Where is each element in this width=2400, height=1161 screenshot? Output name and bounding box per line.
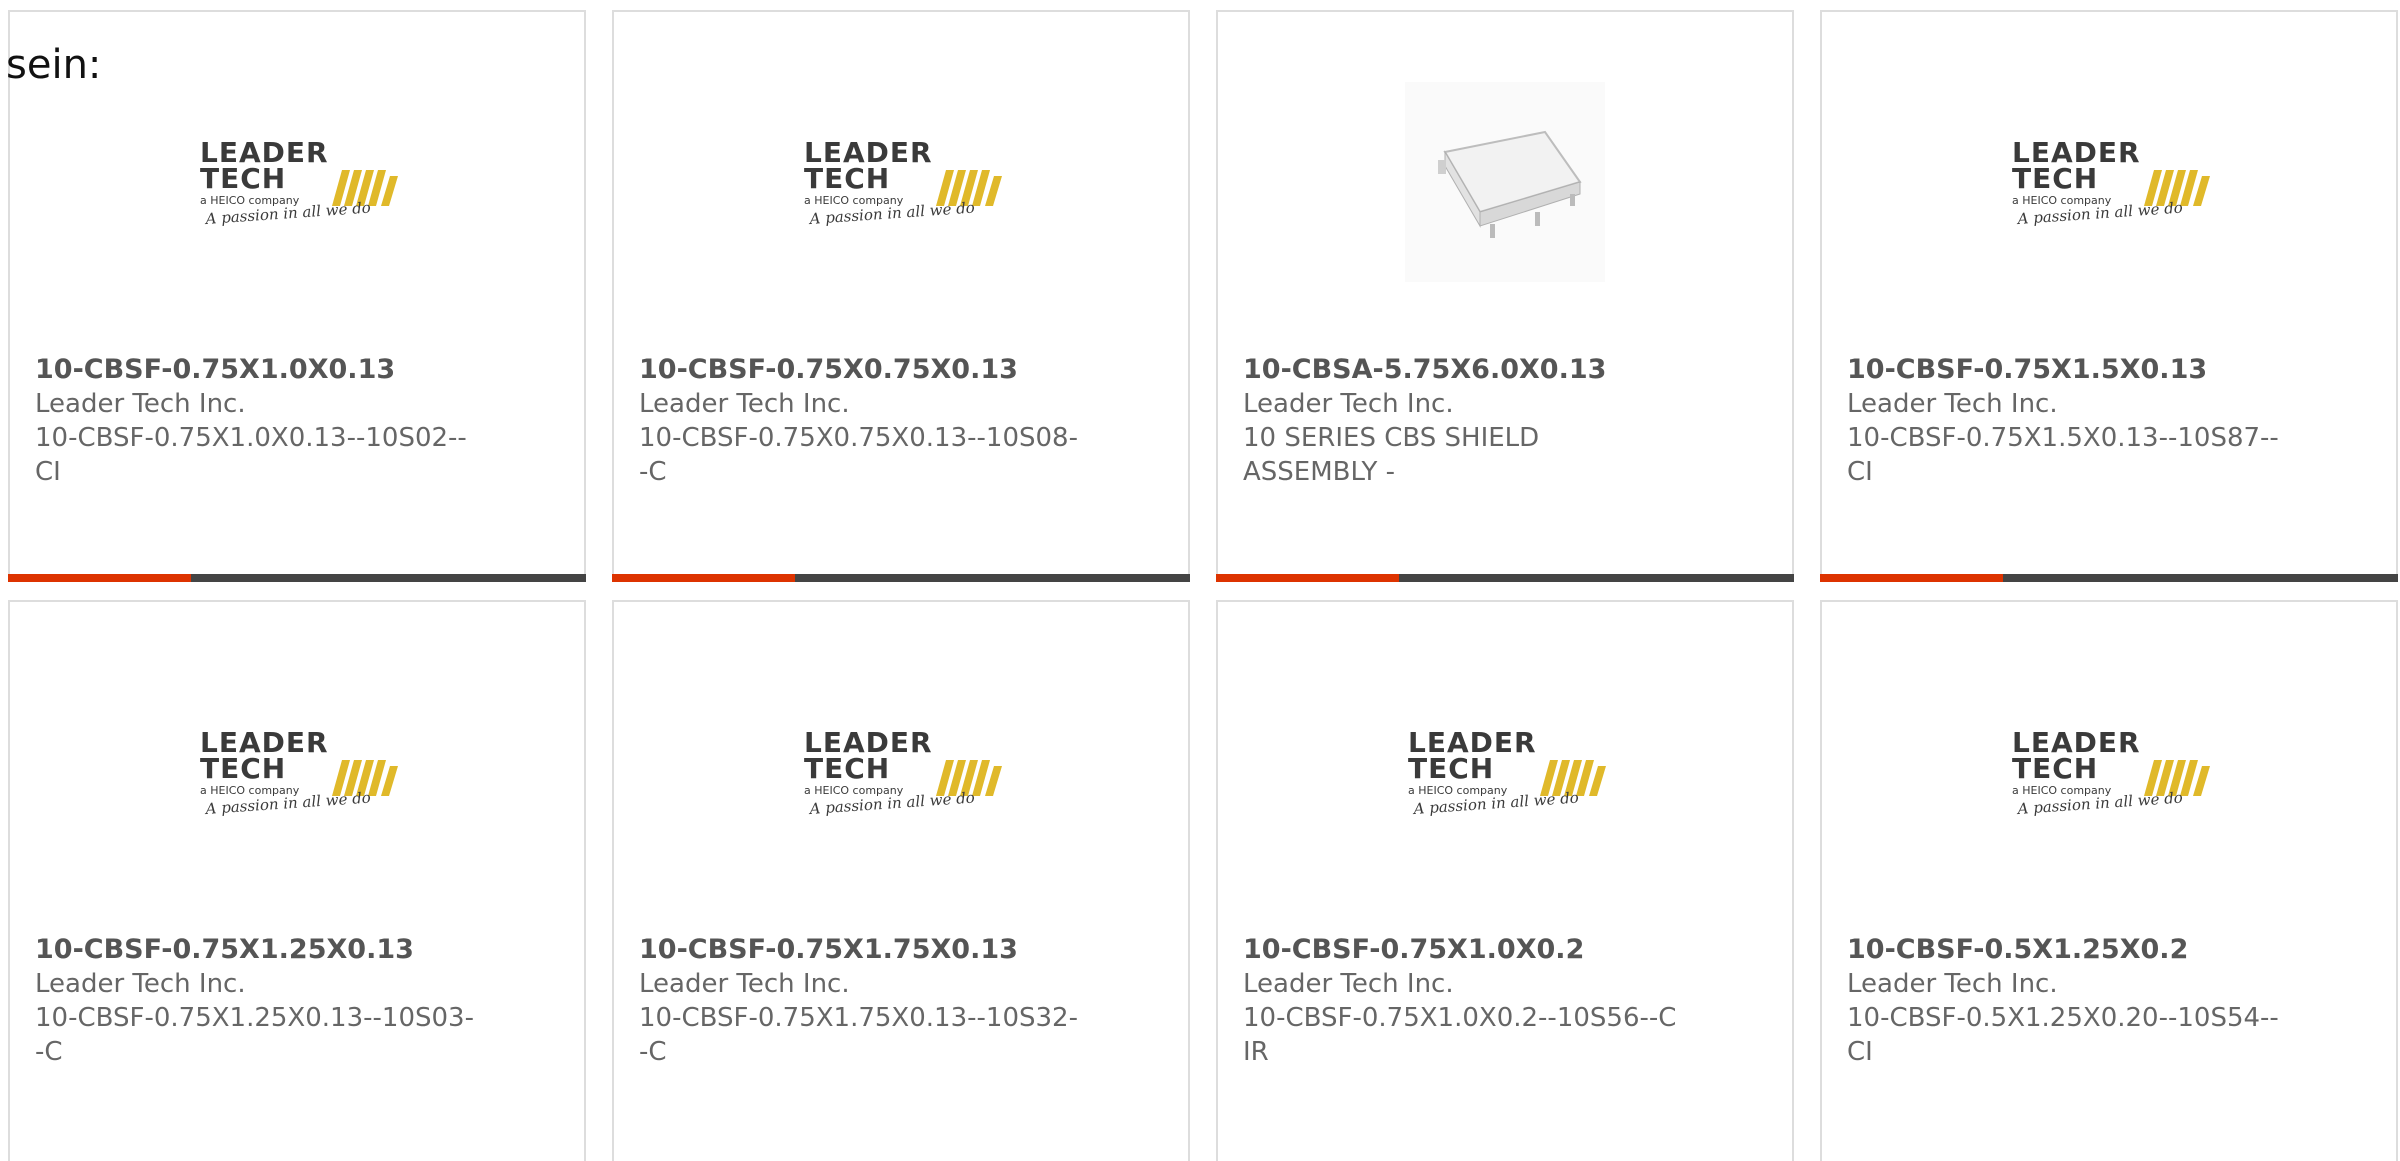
part-number[interactable]: 10-CBSF-0.75X1.25X0.13: [35, 933, 475, 967]
part-number[interactable]: 10-CBSA-5.75X6.0X0.13: [1243, 353, 1683, 387]
card-bar: [8, 574, 586, 582]
part-number[interactable]: 10-CBSF-0.75X1.0X0.2: [1243, 933, 1683, 967]
intro-text: sein:: [6, 42, 102, 88]
description: 10-CBSF-0.75X1.25X0.13--10S03--C: [35, 1003, 474, 1067]
leader-tech-logo: LEADER TECH a HEICO company A passion in…: [200, 136, 398, 228]
product-card[interactable]: LEADER TECH a HEICO company A passion in…: [1216, 600, 1794, 1161]
part-number[interactable]: 10-CBSF-0.75X1.75X0.13: [639, 933, 1079, 967]
leader-tech-logo: LEADER TECH a HEICO company A passion in…: [1408, 726, 1606, 818]
card-bar-accent: [1820, 574, 2003, 582]
description: 10-CBSF-0.75X1.75X0.13--10S32--C: [639, 1003, 1078, 1067]
description: 10-CBSF-0.75X1.0X0.2--10S56--CIR: [1243, 1003, 1677, 1067]
card-bar-accent: [612, 574, 795, 582]
card-bar-accent: [8, 574, 191, 582]
manufacturer: Leader Tech Inc.: [1243, 969, 1454, 999]
leader-tech-logo: LEADER TECH a HEICO company A passion in…: [2012, 726, 2210, 818]
leader-tech-logo: LEADER TECH a HEICO company A passion in…: [804, 726, 1002, 818]
part-number[interactable]: 10-CBSF-0.5X1.25X0.2: [1847, 933, 2287, 967]
manufacturer: Leader Tech Inc.: [1847, 389, 2058, 419]
product-card[interactable]: LEADER TECH a HEICO company A passion in…: [612, 600, 1190, 1161]
manufacturer: Leader Tech Inc.: [639, 389, 850, 419]
manufacturer: Leader Tech Inc.: [35, 389, 246, 419]
manufacturer: Leader Tech Inc.: [1847, 969, 2058, 999]
shield-product-image: [1405, 82, 1605, 282]
description: 10 SERIES CBS SHIELD ASSEMBLY -: [1243, 423, 1540, 487]
product-card[interactable]: LEADER TECH a HEICO company A passion in…: [612, 10, 1190, 582]
leader-tech-logo: LEADER TECH a HEICO company A passion in…: [2012, 136, 2210, 228]
card-bar: [612, 574, 1190, 582]
svg-text:TECH: TECH: [200, 752, 286, 785]
product-card[interactable]: 10-CBSA-5.75X6.0X0.13 Leader Tech Inc. 1…: [1216, 10, 1794, 582]
part-number[interactable]: 10-CBSF-0.75X1.5X0.13: [1847, 353, 2287, 387]
card-bar: [1820, 574, 2398, 582]
svg-text:TECH: TECH: [2012, 162, 2098, 195]
product-card[interactable]: LEADER TECH a HEICO company A passion in…: [8, 10, 586, 582]
card-bar-accent: [1216, 574, 1399, 582]
description: 10-CBSF-0.75X1.5X0.13--10S87--CI: [1847, 423, 2279, 487]
svg-text:TECH: TECH: [2012, 752, 2098, 785]
manufacturer: Leader Tech Inc.: [639, 969, 850, 999]
leader-tech-logo: LEADER TECH a HEICO company A passion in…: [804, 136, 1002, 228]
svg-text:TECH: TECH: [200, 162, 286, 195]
product-card[interactable]: LEADER TECH a HEICO company A passion in…: [8, 600, 586, 1161]
svg-text:TECH: TECH: [804, 162, 890, 195]
product-card[interactable]: LEADER TECH a HEICO company A passion in…: [1820, 10, 2398, 582]
description: 10-CBSF-0.5X1.25X0.20--10S54--CI: [1847, 1003, 2279, 1067]
svg-text:TECH: TECH: [1408, 752, 1494, 785]
product-grid-page: sein: LEADER TECH a HEICO company A pass…: [0, 0, 2400, 1161]
svg-text:TECH: TECH: [804, 752, 890, 785]
product-card[interactable]: LEADER TECH a HEICO company A passion in…: [1820, 600, 2398, 1161]
leader-tech-logo: LEADER TECH a HEICO company A passion in…: [200, 726, 398, 818]
part-number[interactable]: 10-CBSF-0.75X0.75X0.13: [639, 353, 1079, 387]
description: 10-CBSF-0.75X1.0X0.13--10S02--CI: [35, 423, 467, 487]
manufacturer: Leader Tech Inc.: [35, 969, 246, 999]
part-number[interactable]: 10-CBSF-0.75X1.0X0.13: [35, 353, 475, 387]
card-bar: [1216, 574, 1794, 582]
description: 10-CBSF-0.75X0.75X0.13--10S08--C: [639, 423, 1078, 487]
manufacturer: Leader Tech Inc.: [1243, 389, 1454, 419]
